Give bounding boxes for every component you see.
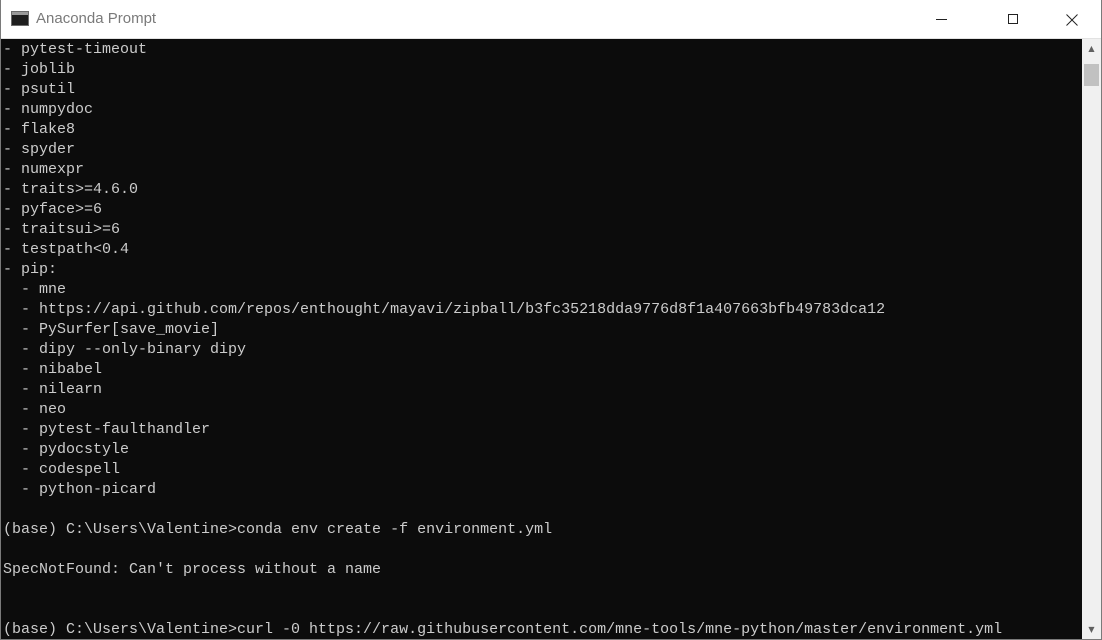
vertical-scrollbar[interactable]: ▲ ▼ [1082,39,1101,639]
console-line: - pytest-faulthandler [3,421,211,438]
scroll-up-arrow-icon[interactable]: ▲ [1082,39,1101,58]
console-line: - pip: [3,261,58,278]
console-line: - codespell [3,461,121,478]
console-line: - nilearn [3,381,103,398]
console-line: - pyface>=6 [3,201,103,218]
scroll-down-arrow-icon[interactable]: ▼ [1082,620,1101,639]
close-button[interactable] [1049,0,1095,39]
console-line: - psutil [3,81,76,98]
console-line: - traits>=4.6.0 [3,181,139,198]
scroll-thumb[interactable] [1084,64,1099,86]
console-line: (base) C:\Users\Valentine>conda env crea… [3,521,553,538]
console-line: - PySurfer[save_movie] [3,321,220,338]
window-title: Anaconda Prompt [36,10,157,27]
console-line: - traitsui>=6 [3,221,121,238]
console-line: (base) C:\Users\Valentine>curl -0 https:… [3,621,1003,638]
minimize-icon [936,19,947,20]
console-line: - joblib [3,61,76,78]
maximize-button[interactable] [991,0,1037,39]
console-line: - neo [3,401,67,418]
console-lines: - pytest-timeout - joblib - psutil - numpyd… [3,40,1002,639]
console-line: - pydocstyle [3,441,130,458]
console-line: - spyder [3,141,76,158]
title-bar[interactable]: Anaconda Prompt [1,0,1101,39]
console-line: - pytest-timeout [3,41,148,58]
anaconda-prompt-window: Anaconda Prompt - pytest-timeout - joblib… [0,0,1102,640]
console-line: - python-picard [3,481,157,498]
minimize-button[interactable] [919,0,965,39]
console-output[interactable]: - pytest-timeout - joblib - psutil - numpyd… [1,39,1082,639]
console-line: - flake8 [3,121,76,138]
console-line: SpecNotFound: Can't process without a na… [3,561,382,578]
console-line: - numexpr [3,161,85,178]
console-icon [11,11,29,26]
maximize-icon [1008,14,1018,24]
console-line: - nibabel [3,361,103,378]
console-line: - mne [3,281,67,298]
console-line: - testpath<0.4 [3,241,130,258]
console-line: - https://api.github.com/repos/enthought… [3,301,886,318]
console-line: - dipy --only-binary dipy [3,341,247,358]
console-line: - numpydoc [3,101,94,118]
close-icon [1066,14,1078,26]
